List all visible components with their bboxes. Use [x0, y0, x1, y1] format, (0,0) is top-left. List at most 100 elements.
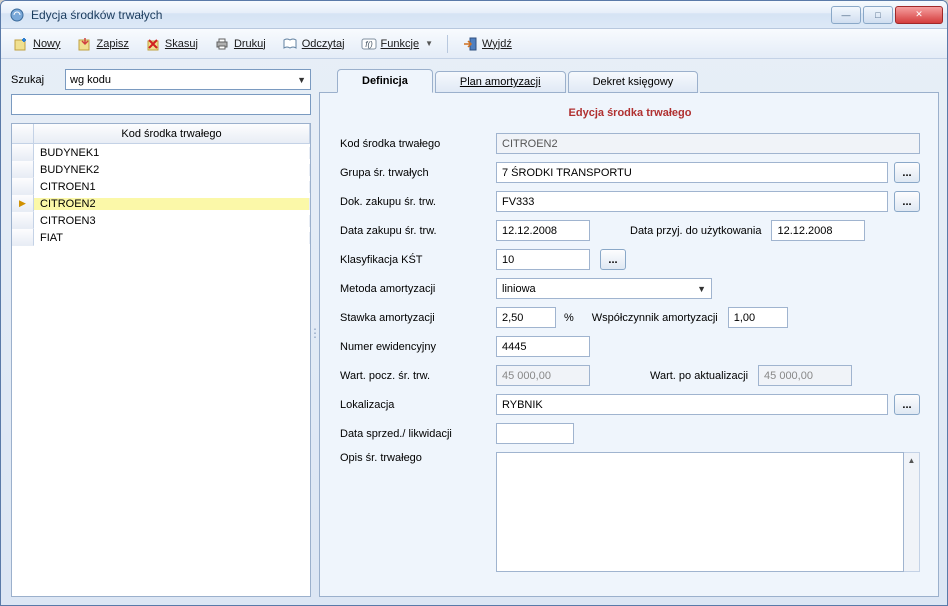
toolbar: Nowy Zapisz Skasuj Drukuj Odczytaj f() F… — [1, 29, 947, 59]
window-title: Edycja środków trwałych — [31, 8, 831, 22]
window-controls: — □ ✕ — [831, 6, 943, 24]
field-data-likwidacji[interactable] — [496, 423, 574, 444]
row-indicator — [12, 144, 34, 161]
scroll-up-icon[interactable]: ▲ — [904, 453, 919, 468]
lookup-grupa-button[interactable]: ... — [894, 162, 920, 183]
table-row[interactable]: FIAT — [12, 229, 310, 246]
print-icon — [214, 36, 230, 52]
row-code: CITROEN1 — [34, 181, 310, 193]
field-numer[interactable]: 4445 — [496, 336, 590, 357]
chevron-down-icon: ▼ — [297, 75, 306, 85]
search-row: Szukaj wg kodu ▼ — [11, 69, 311, 90]
titlebar: Edycja środków trwałych — □ ✕ — [1, 1, 947, 29]
print-button[interactable]: Drukuj — [208, 34, 272, 54]
splitter[interactable] — [311, 69, 319, 597]
label-metoda: Metoda amortyzacji — [340, 283, 496, 295]
toolbar-separator — [447, 35, 448, 53]
row-code: CITROEN3 — [34, 215, 310, 227]
field-wspolczynnik[interactable]: 1,00 — [728, 307, 788, 328]
save-button[interactable]: Zapisz — [71, 34, 135, 54]
field-wart-akt: 45 000,00 — [758, 365, 852, 386]
right-panel: Definicja Plan amortyzacji Dekret księgo… — [319, 69, 939, 597]
row-indicator — [12, 229, 34, 246]
search-label: Szukaj — [11, 74, 59, 86]
search-mode-combo[interactable]: wg kodu ▼ — [65, 69, 311, 90]
label-numer: Numer ewidencyjny — [340, 341, 496, 353]
label-data-uzytkowania: Data przyj. do użytkowania — [620, 225, 771, 237]
label-wspolczynnik: Współczynnik amortyzacji — [582, 312, 728, 324]
field-opis[interactable] — [496, 452, 904, 572]
book-icon — [282, 36, 298, 52]
label-opis: Opis śr. trwałego — [340, 452, 496, 464]
close-button[interactable]: ✕ — [895, 6, 943, 24]
combo-metoda[interactable]: liniowa ▼ — [496, 278, 712, 299]
field-wart-pocz: 45 000,00 — [496, 365, 590, 386]
app-icon — [9, 7, 25, 23]
new-icon — [13, 36, 29, 52]
row-indicator — [12, 161, 34, 178]
maximize-button[interactable]: □ — [863, 6, 893, 24]
label-stawka: Stawka amortyzacji — [340, 312, 496, 324]
row-indicator — [12, 178, 34, 195]
grid-indicator-header — [12, 124, 34, 143]
minimize-button[interactable]: — — [831, 6, 861, 24]
field-kod: CITROEN2 — [496, 133, 920, 154]
tab-dekret-ksiegowy[interactable]: Dekret księgowy — [568, 71, 699, 93]
svg-text:f(): f() — [365, 40, 373, 49]
label-wart-akt: Wart. po aktualizacji — [640, 370, 758, 382]
fx-button[interactable]: f() Funkcje ▼ — [355, 34, 439, 54]
tab-definicja[interactable]: Definicja — [337, 69, 433, 93]
tab-plan-amortyzacji[interactable]: Plan amortyzacji — [435, 71, 566, 93]
row-code: BUDYNEK1 — [34, 147, 310, 159]
textarea-scrollbar[interactable]: ▲ — [904, 452, 920, 572]
search-input[interactable] — [11, 94, 311, 115]
table-row[interactable]: BUDYNEK1 — [12, 144, 310, 161]
label-data-zakupu: Data zakupu śr. trw. — [340, 225, 496, 237]
label-dok: Dok. zakupu śr. trw. — [340, 196, 496, 208]
table-row[interactable]: BUDYNEK2 — [12, 161, 310, 178]
delete-button[interactable]: Skasuj — [139, 34, 204, 54]
lookup-klasyfikacja-button[interactable]: ... — [600, 249, 626, 270]
table-row[interactable]: CITROEN3 — [12, 212, 310, 229]
exit-button[interactable]: Wyjdź — [456, 34, 518, 54]
table-row[interactable]: CITROEN2 — [12, 195, 310, 212]
grid-header: Kod środka trwałego — [12, 124, 310, 144]
field-data-uzytkowania[interactable]: 12.12.2008 — [771, 220, 865, 241]
row-indicator — [12, 212, 34, 229]
row-code: FIAT — [34, 232, 310, 244]
label-klasyfikacja: Klasyfikacja KŚT — [340, 254, 496, 266]
label-percent: % — [556, 312, 582, 324]
app-window: Edycja środków trwałych — □ ✕ Nowy Zapis… — [0, 0, 948, 606]
row-code: BUDYNEK2 — [34, 164, 310, 176]
exit-icon — [462, 36, 478, 52]
field-data-zakupu[interactable]: 12.12.2008 — [496, 220, 590, 241]
dropdown-arrow-icon: ▼ — [425, 39, 433, 48]
field-grupa[interactable]: 7 ŚRODKI TRANSPORTU — [496, 162, 888, 183]
row-indicator — [12, 195, 34, 212]
chevron-down-icon: ▼ — [697, 284, 706, 294]
form-title: Edycja środka trwałego — [340, 107, 920, 119]
left-panel: Szukaj wg kodu ▼ Kod środka trwałego BUD… — [11, 69, 311, 597]
label-wart-pocz: Wart. pocz. śr. trw. — [340, 370, 496, 382]
main-area: Szukaj wg kodu ▼ Kod środka trwałego BUD… — [1, 59, 947, 605]
label-grupa: Grupa śr. trwałych — [340, 167, 496, 179]
field-lokalizacja[interactable]: RYBNIK — [496, 394, 888, 415]
field-stawka[interactable]: 2,50 — [496, 307, 556, 328]
read-button[interactable]: Odczytaj — [276, 34, 351, 54]
label-kod: Kod środka trwałego — [340, 138, 496, 150]
row-code: CITROEN2 — [34, 198, 310, 210]
label-data-likwidacji: Data sprzed./ likwidacji — [340, 428, 496, 440]
lookup-dok-button[interactable]: ... — [894, 191, 920, 212]
field-klasyfikacja[interactable]: 10 — [496, 249, 590, 270]
field-dok[interactable]: FV333 — [496, 191, 888, 212]
grid-body: BUDYNEK1 BUDYNEK2 CITROEN1 CITROEN2 CITROEN3… — [12, 144, 310, 246]
lookup-lokalizacja-button[interactable]: ... — [894, 394, 920, 415]
new-button[interactable]: Nowy — [7, 34, 67, 54]
grid-code-header[interactable]: Kod środka trwałego — [34, 124, 310, 143]
asset-grid[interactable]: Kod środka trwałego BUDYNEK1 BUDYNEK2 CITR… — [11, 123, 311, 597]
table-row[interactable]: CITROEN1 — [12, 178, 310, 195]
tab-content: Edycja środka trwałego Kod środka trwałe… — [319, 93, 939, 597]
tab-bar: Definicja Plan amortyzacji Dekret księgo… — [319, 69, 939, 93]
save-icon — [77, 36, 93, 52]
label-lokalizacja: Lokalizacja — [340, 399, 496, 411]
